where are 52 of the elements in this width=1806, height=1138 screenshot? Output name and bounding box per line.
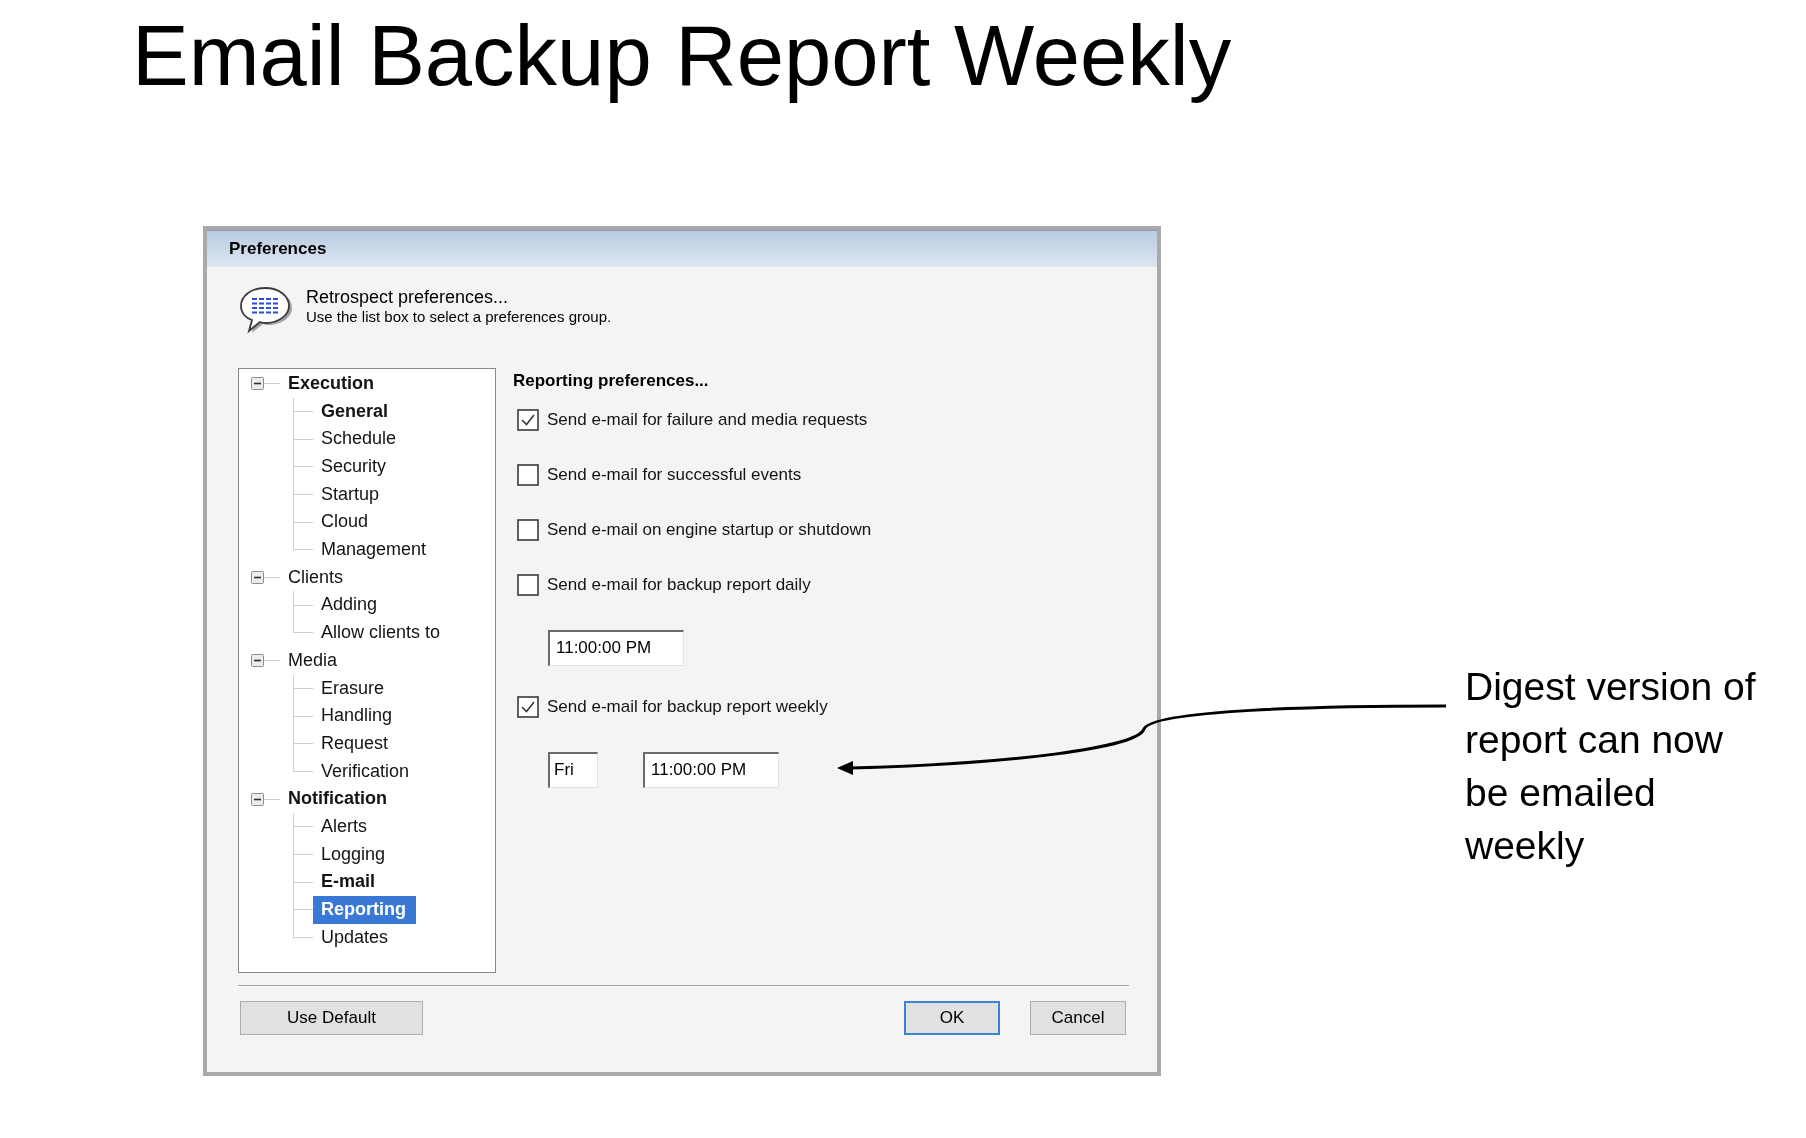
collapse-icon[interactable] <box>251 654 264 668</box>
tree-line <box>264 577 280 579</box>
header-heading: Retrospect preferences... <box>306 286 509 308</box>
tree-item[interactable]: Security <box>313 453 397 481</box>
time-field[interactable]: 11:00:00 PM <box>548 629 684 666</box>
collapse-icon[interactable] <box>251 377 264 391</box>
time-field[interactable]: 11:00:00 PM <box>643 751 779 788</box>
checkbox[interactable] <box>517 695 539 718</box>
tree-item[interactable]: Reporting <box>313 896 416 924</box>
checkbox[interactable] <box>517 463 539 486</box>
tree-line <box>264 798 280 800</box>
checkbox-label[interactable]: Send e-mail for backup report daily <box>547 573 811 596</box>
tree-item[interactable]: Clients <box>280 563 354 592</box>
checkbox[interactable] <box>517 518 539 541</box>
tree-item[interactable]: Verification <box>313 757 420 786</box>
checkbox-label[interactable]: Send e-mail on engine startup or shutdown <box>547 518 872 541</box>
tree-item[interactable]: Request <box>313 729 399 758</box>
tree-item[interactable]: Media <box>280 646 348 675</box>
slide-title: Email Backup Report Weekly <box>132 9 1232 104</box>
tree-item[interactable]: Startup <box>313 480 390 509</box>
dialog-button[interactable]: Cancel <box>1030 1000 1126 1035</box>
tree-item[interactable]: Notification <box>280 785 397 813</box>
tree-item[interactable]: Alerts <box>313 812 377 841</box>
collapse-icon[interactable] <box>251 792 264 806</box>
tree-item[interactable]: Execution <box>280 369 385 398</box>
tree-item[interactable]: General <box>313 397 399 426</box>
day-field[interactable]: Fri <box>548 751 598 788</box>
tree-line <box>264 660 280 662</box>
dialog-button[interactable]: Use Default <box>240 1000 423 1035</box>
dialog-button[interactable]: OK <box>904 1000 1000 1035</box>
section-heading: Reporting preferences... <box>513 369 709 392</box>
tree-item[interactable]: Adding <box>313 591 388 620</box>
checkbox-label[interactable]: Send e-mail for failure and media requests <box>547 408 868 431</box>
tree-item[interactable]: Management <box>313 536 437 564</box>
tree-item[interactable]: Schedule <box>313 425 407 453</box>
checkbox[interactable] <box>517 573 539 596</box>
checkbox-label[interactable]: Send e-mail for successful events <box>547 463 802 486</box>
speech-bubble-icon <box>238 285 294 334</box>
callout-text: Digest version of report can now be emailed weekly <box>1465 663 1757 869</box>
checkbox[interactable] <box>517 408 539 431</box>
checkbox-label[interactable]: Send e-mail for backup report weekly <box>547 695 828 718</box>
tree-item[interactable]: Logging <box>313 840 396 869</box>
tree-line <box>264 383 280 385</box>
tree-item[interactable]: Allow clients to <box>313 619 451 647</box>
tree-item[interactable]: Cloud <box>313 508 379 537</box>
window-title: Preferences <box>229 238 327 259</box>
tree-item[interactable]: Erasure <box>313 674 395 703</box>
header-description: Use the list box to select a preferences group. <box>306 307 612 326</box>
tree-item[interactable]: E-mail <box>313 868 386 896</box>
collapse-icon[interactable] <box>251 571 264 585</box>
tree-item[interactable]: Handling <box>313 702 403 730</box>
tree-item[interactable]: Updates <box>313 923 399 952</box>
